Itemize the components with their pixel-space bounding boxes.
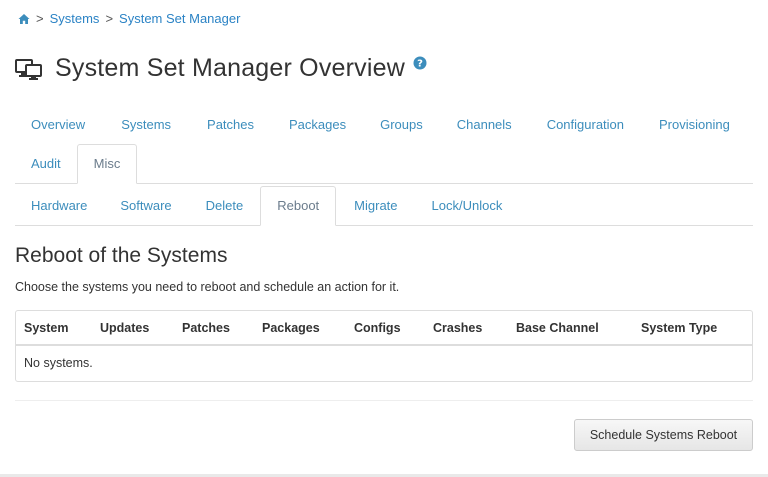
tab-reboot[interactable]: Reboot [260, 186, 337, 226]
question-circle-icon[interactable]: ? [413, 56, 427, 70]
tab-systems[interactable]: Systems [101, 105, 189, 144]
tab-misc[interactable]: Misc [76, 144, 138, 184]
column-header-patches[interactable]: Patches [174, 311, 254, 344]
column-header-packages[interactable]: Packages [254, 311, 346, 344]
page-title: System Set Manager Overview [55, 54, 405, 82]
breadcrumb-separator: > [36, 11, 44, 26]
breadcrumb-systems-link[interactable]: Systems [50, 11, 100, 26]
secondary-tabs: Hardware Software Delete Reboot Migrate … [15, 186, 753, 226]
divider [15, 400, 753, 401]
desktop-icon [15, 58, 42, 80]
tab-overview[interactable]: Overview [15, 105, 101, 144]
tab-packages[interactable]: Packages [271, 105, 363, 144]
column-header-configs[interactable]: Configs [346, 311, 425, 344]
systems-table: System Updates Patches Packages Configs … [15, 310, 753, 382]
tab-migrate[interactable]: Migrate [336, 186, 414, 225]
tab-hardware[interactable]: Hardware [15, 186, 103, 225]
breadcrumb-separator: > [105, 11, 114, 26]
schedule-systems-reboot-button[interactable]: Schedule Systems Reboot [574, 419, 753, 451]
home-icon[interactable] [18, 13, 30, 25]
table-header: System Updates Patches Packages Configs … [16, 311, 752, 346]
svg-text:?: ? [417, 58, 423, 69]
column-header-system[interactable]: System [16, 311, 92, 344]
section-description: Choose the systems you need to reboot an… [15, 280, 400, 294]
column-header-system-type[interactable]: System Type [633, 311, 743, 344]
tab-provisioning[interactable]: Provisioning [641, 105, 740, 144]
breadcrumb-ssm-link[interactable]: System Set Manager [119, 11, 240, 26]
page-header: System Set Manager Overview ? [15, 54, 427, 83]
tab-configuration[interactable]: Configuration [529, 105, 641, 144]
subtabs-divider [15, 225, 753, 226]
tab-software[interactable]: Software [103, 186, 188, 225]
column-header-crashes[interactable]: Crashes [425, 311, 508, 344]
primary-tabs: Overview Systems Patches Packages Groups… [15, 105, 753, 184]
breadcrumb: > Systems > System Set Manager [18, 11, 240, 26]
tab-patches[interactable]: Patches [189, 105, 271, 144]
tab-groups[interactable]: Groups [363, 105, 440, 144]
tab-delete[interactable]: Delete [189, 186, 261, 225]
tab-channels[interactable]: Channels [440, 105, 529, 144]
section-title: Reboot of the Systems [15, 244, 228, 267]
table-empty-message: No systems. [24, 356, 93, 370]
tab-audit[interactable]: Audit [15, 144, 77, 183]
tab-lock-unlock[interactable]: Lock/Unlock [415, 186, 519, 225]
column-header-updates[interactable]: Updates [92, 311, 174, 344]
column-header-base-channel[interactable]: Base Channel [508, 311, 633, 344]
